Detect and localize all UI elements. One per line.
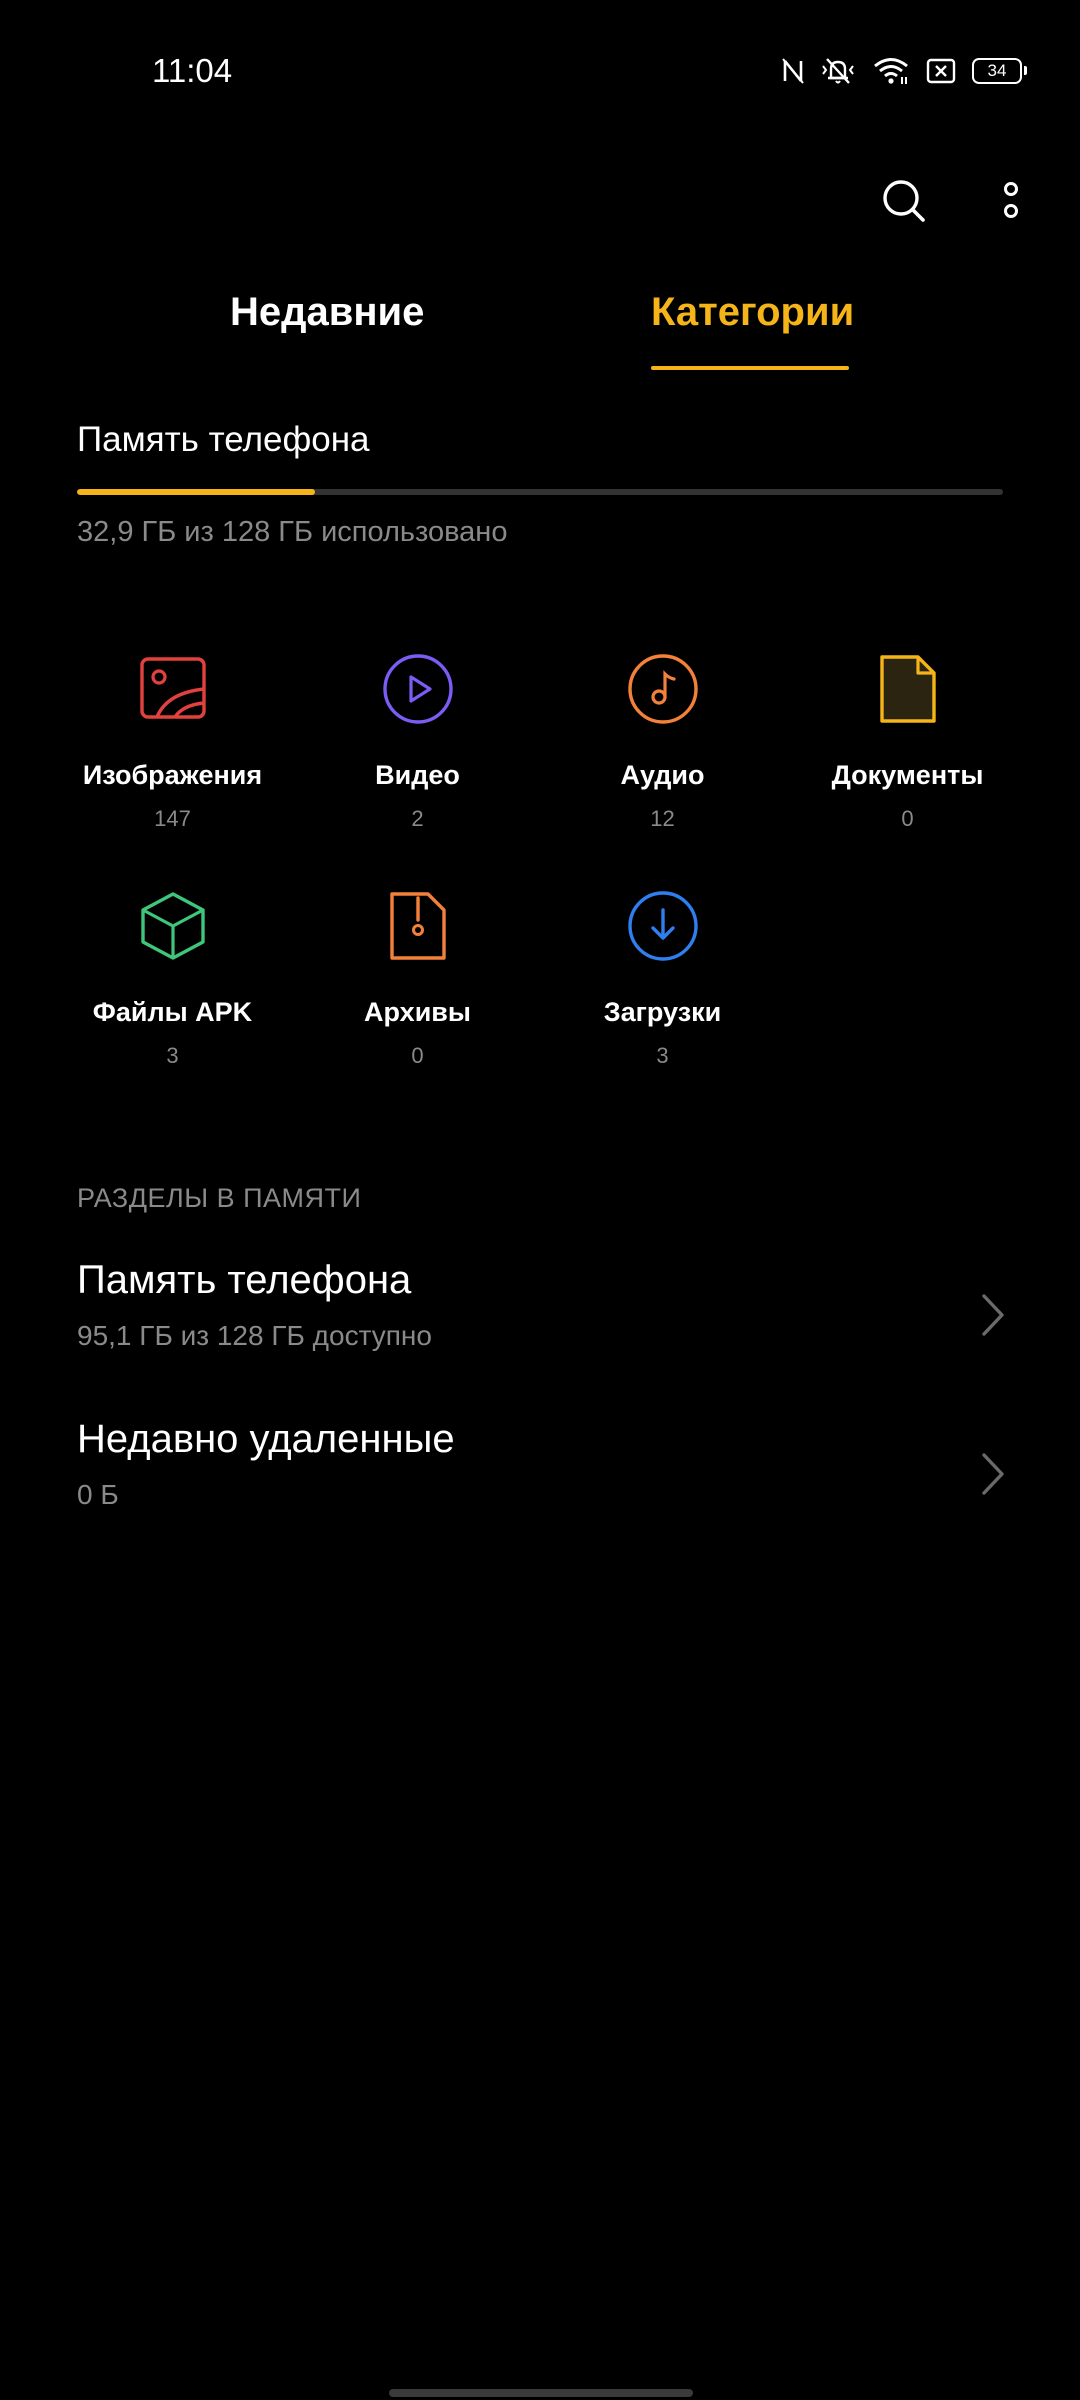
storage-sections-header: РАЗДЕЛЫ В ПАМЯТИ (77, 1183, 362, 1213)
document-icon (880, 655, 936, 723)
battery-icon: 34 (972, 58, 1027, 84)
category-count: 3 (656, 1043, 669, 1068)
list-item-title: Память телефона (77, 1258, 412, 1302)
storage-usage-text: 32,9 ГБ из 128 ГБ использовано (77, 516, 508, 548)
tab-bar: Недавние Категории (0, 280, 1080, 370)
tab-recent[interactable]: Недавние (230, 290, 424, 335)
category-documents[interactable]: Документы 0 (785, 640, 1030, 850)
more-vert-icon (1004, 182, 1018, 218)
status-time: 11:04 (152, 52, 233, 89)
category-video[interactable]: Видео 2 (295, 640, 540, 850)
package-box-icon (141, 892, 205, 960)
status-bar: 11:04 34 (0, 0, 1080, 140)
chevron-right-icon (982, 1453, 1004, 1495)
category-archives[interactable]: Архивы 0 (295, 877, 540, 1087)
category-count: 0 (901, 806, 914, 831)
download-icon (628, 891, 698, 961)
tab-categories[interactable]: Категории (651, 290, 854, 335)
archive-zip-icon (390, 892, 446, 960)
wifi-icon (872, 57, 910, 85)
recently-deleted-item[interactable]: Недавно удаленные 0 Б (0, 1417, 1080, 1567)
active-tab-indicator (651, 366, 849, 370)
category-count: 12 (650, 806, 675, 831)
list-item-title: Недавно удаленные (77, 1417, 455, 1461)
category-label: Загрузки (603, 997, 722, 1027)
category-count: 2 (411, 806, 424, 831)
category-label: Изображения (82, 760, 263, 790)
category-audio[interactable]: Аудио 12 (540, 640, 785, 850)
phone-storage-item[interactable]: Память телефона 95,1 ГБ из 128 ГБ доступ… (0, 1258, 1080, 1408)
category-label: Архивы (364, 997, 471, 1027)
search-icon (883, 180, 925, 222)
search-button[interactable] (869, 166, 939, 236)
category-label: Документы (831, 760, 984, 790)
category-count: 147 (154, 806, 191, 831)
more-options-button[interactable] (976, 166, 1046, 236)
music-note-icon (628, 654, 698, 724)
storage-title: Память телефона (77, 420, 370, 459)
status-icons: 34 (782, 52, 1027, 90)
storage-progress-fill (77, 489, 315, 495)
list-item-subtitle: 0 Б (77, 1479, 119, 1510)
nfc-icon (782, 58, 804, 84)
category-count: 3 (166, 1043, 179, 1068)
chevron-right-icon (982, 1294, 1004, 1336)
sim-off-icon (926, 58, 956, 84)
category-images[interactable]: Изображения 147 (50, 640, 295, 850)
gesture-nav-handle[interactable] (389, 2389, 693, 2397)
list-item-subtitle: 95,1 ГБ из 128 ГБ доступно (77, 1320, 432, 1351)
category-label: Файлы APK (92, 997, 253, 1027)
category-label: Аудио (620, 760, 705, 790)
image-icon (140, 657, 206, 719)
file-manager-screen: 11:04 34 Недавние Категории Память телеф… (0, 0, 1080, 2400)
mute-icon (820, 56, 856, 86)
category-downloads[interactable]: Загрузки 3 (540, 877, 785, 1087)
video-play-icon (383, 654, 453, 724)
category-apk[interactable]: Файлы APK 3 (50, 877, 295, 1087)
storage-progress-bar (77, 489, 1003, 495)
category-count: 0 (411, 1043, 424, 1068)
category-label: Видео (375, 760, 460, 790)
